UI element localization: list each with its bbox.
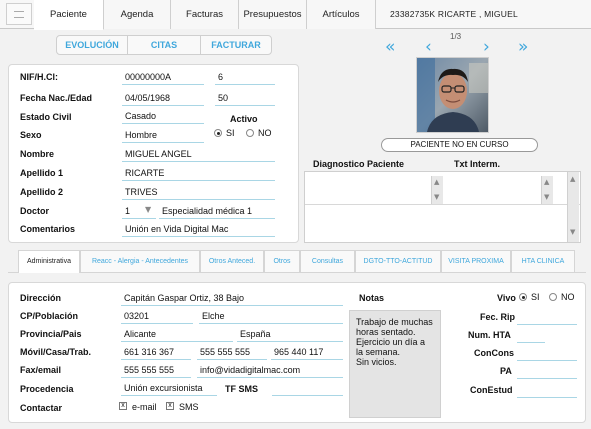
active-yes-radio[interactable] <box>214 129 222 137</box>
alive-yes-radio[interactable] <box>519 293 527 301</box>
citas-button[interactable]: CITAS <box>127 35 201 55</box>
diag-main-scrollbar[interactable]: ▲ ▼ <box>567 172 579 242</box>
town-field[interactable]: Elche <box>202 311 225 321</box>
patient-title: 23382735K RICARTE , MIGUEL <box>390 9 518 19</box>
home-phone-field[interactable]: 555 555 555 <box>200 347 250 357</box>
mobile-field[interactable]: 661 316 367 <box>124 347 174 357</box>
age-field[interactable]: 50 <box>218 93 228 103</box>
contact-sms-checkbox[interactable]: x <box>166 402 174 410</box>
work-phone-field[interactable]: 965 440 117 <box>274 347 323 357</box>
alive-no-radio[interactable] <box>549 293 557 301</box>
tab-administrativa[interactable]: Administrativa <box>18 250 80 273</box>
diag-patient-scrollbar[interactable]: ▲ ▼ <box>431 176 443 204</box>
active-yes-label: SI <box>226 128 235 138</box>
birth-field[interactable]: 04/05/1968 <box>125 93 170 103</box>
last-record-icon[interactable]: » <box>518 38 528 56</box>
menu-icon[interactable] <box>6 3 32 25</box>
patient-photo[interactable] <box>416 57 489 133</box>
birth-label: Fecha Nac./Edad <box>20 93 93 103</box>
doctor-specialty: Especialidad médica 1 <box>162 206 253 216</box>
surname1-field[interactable]: RICARTE <box>125 168 164 178</box>
tab-agenda[interactable]: Agenda <box>104 0 171 29</box>
diagnosis-box[interactable]: ▲ ▼ ▲ ▼ ▲ ▼ <box>304 171 581 243</box>
civil-field[interactable]: Casado <box>125 111 156 121</box>
hta-number-label: Num. HTA <box>468 330 511 340</box>
record-counter: 1/3 <box>450 32 462 41</box>
contact-label: Contactar <box>20 403 63 413</box>
name-field[interactable]: MIGUEL ANGEL <box>125 149 192 159</box>
email-field[interactable]: info@vidadigitalmac.com <box>200 365 300 375</box>
tab-dgto-tto[interactable]: DGTO-TTO-ACTITUD <box>355 250 441 272</box>
notes-label: Notas <box>359 293 385 303</box>
doctor-label: Doctor <box>20 206 49 216</box>
surname2-field[interactable]: TRIVES <box>125 187 158 197</box>
sms-phone-label: TF SMS <box>225 384 258 394</box>
first-record-icon[interactable]: « <box>385 38 395 56</box>
fax-label: Fax/email <box>20 365 62 375</box>
next-record-icon[interactable]: › <box>483 38 490 56</box>
alive-yes-label: SI <box>531 292 540 302</box>
contact-email-label: e-mail <box>132 402 157 412</box>
diag-patient-label: Diagnostico Paciente <box>313 159 405 169</box>
country-field[interactable]: España <box>240 329 271 339</box>
conestud-label: ConEstud <box>470 385 513 395</box>
province-field[interactable]: Alicante <box>124 329 156 339</box>
sex-label: Sexo <box>20 130 42 140</box>
tab-visita-proxima[interactable]: VISITA PROXIMA <box>441 250 511 272</box>
contact-email-checkbox[interactable]: x <box>119 402 127 410</box>
tab-otros[interactable]: Otros <box>264 250 300 272</box>
rip-date-label: Fec. Rip <box>480 312 516 322</box>
active-no-label: NO <box>258 128 272 138</box>
tab-paciente[interactable]: Paciente <box>34 0 104 30</box>
doctor-select[interactable]: 1 <box>125 206 130 216</box>
patient-status-button[interactable]: PACIENTE NO EN CURSO <box>381 138 538 152</box>
tab-articulos[interactable]: Artículos <box>307 0 376 29</box>
diag-interm-scrollbar[interactable]: ▲ ▼ <box>541 176 553 204</box>
name-label: Nombre <box>20 149 55 159</box>
contact-sms-label: SMS <box>179 402 199 412</box>
chevron-down-icon[interactable]: ▼ <box>145 205 151 214</box>
tab-facturas[interactable]: Facturas <box>171 0 239 29</box>
phones-label: Móvil/Casa/Trab. <box>20 347 92 357</box>
sex-field[interactable]: Hombre <box>125 130 157 140</box>
active-label: Activo <box>230 114 258 124</box>
surname2-label: Apellido 2 <box>20 187 64 197</box>
prev-record-icon[interactable]: ‹ <box>425 38 432 56</box>
address-label: Dirección <box>20 293 62 303</box>
tab-hta-clinica[interactable]: HTA CLINICA <box>511 250 575 272</box>
province-label: Provincia/Pais <box>20 329 82 339</box>
tab-reacc-alergia[interactable]: Reacc - Alergia - Antecedentes <box>80 250 200 272</box>
origin-label: Procedencia <box>20 384 74 394</box>
origin-field[interactable]: Unión excursionista <box>124 383 203 393</box>
active-no-radio[interactable] <box>246 129 254 137</box>
diag-interm-label: Txt Interm. <box>454 159 501 169</box>
hcl-field[interactable]: 6 <box>218 72 223 82</box>
nif-field[interactable]: 00000000A <box>125 72 171 82</box>
pa-label: PA <box>500 366 512 376</box>
alive-label: Vivo <box>497 293 516 303</box>
cp-label: CP/Población <box>20 311 79 321</box>
alive-no-label: NO <box>561 292 575 302</box>
concons-label: ConCons <box>474 348 514 358</box>
facturar-button[interactable]: FACTURAR <box>200 35 272 55</box>
nif-label: NIF/H.Cl: <box>20 72 58 82</box>
notes-textarea[interactable]: Trabajo de muchas horas sentado. Ejercic… <box>349 310 441 418</box>
evolucion-button[interactable]: EVOLUCIÓN <box>56 35 128 55</box>
cp-field[interactable]: 03201 <box>124 311 149 321</box>
top-tab-bar: Paciente Agenda Facturas Presupuestos Ar… <box>0 0 591 30</box>
fax-field[interactable]: 555 555 555 <box>124 365 174 375</box>
comments-label: Comentarios <box>20 224 76 234</box>
address-field[interactable]: Capitán Gaspar Ortiz, 38 Bajo <box>124 293 244 303</box>
tab-consultas[interactable]: Consultas <box>300 250 355 272</box>
surname1-label: Apellido 1 <box>20 168 64 178</box>
tab-presupuestos[interactable]: Presupuestos <box>239 0 307 29</box>
comments-field[interactable]: Unión en Vida Digital Mac <box>125 224 228 234</box>
civil-label: Estado Civil <box>20 112 72 122</box>
tab-otros-anteced[interactable]: Otros Anteced. <box>200 250 264 272</box>
